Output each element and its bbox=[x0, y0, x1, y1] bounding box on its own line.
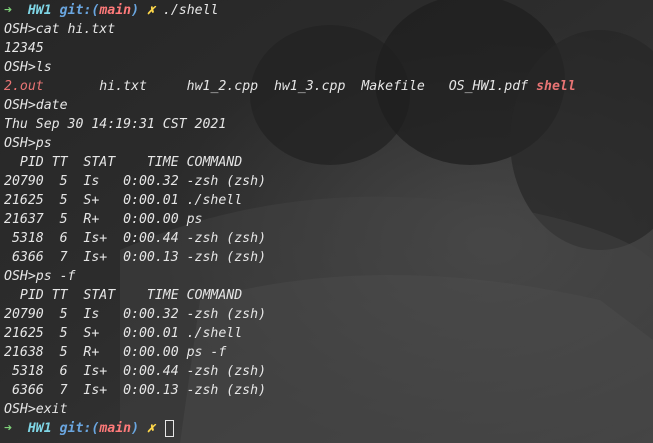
git-dirty-icon: ✗ bbox=[147, 3, 155, 18]
ps-header-line: PID TT STAT TIME COMMAND bbox=[4, 155, 243, 170]
ps-row: 21625 5 S+ 0:00.01 ./shell bbox=[4, 193, 243, 208]
ps-row: 21625 5 S+ 0:00.01 ./shell bbox=[4, 326, 243, 341]
git-prefix: git:( bbox=[59, 3, 100, 18]
ls-file-executable: 2.out bbox=[4, 79, 44, 94]
ls-file: Makefile bbox=[361, 79, 425, 94]
prompt-directory: HW1 bbox=[27, 3, 52, 18]
git-suffix: ) bbox=[131, 421, 140, 436]
ps-row: 21637 5 R+ 0:00.00 ps bbox=[4, 212, 203, 227]
ls-file: hw1_2.cpp bbox=[186, 79, 259, 94]
ls-output-line: 2.out hi.txt hw1_2.cpp hw1_3.cpp Makefil… bbox=[4, 77, 653, 96]
terminal-line: OSH>exit bbox=[4, 402, 68, 417]
prompt-line-active[interactable]: ➜ HW1 git:(main) ✗ bbox=[4, 419, 653, 438]
ls-file: OS_HW1.pdf bbox=[448, 79, 529, 94]
prompt-arrow-icon: ➜ bbox=[4, 3, 12, 18]
ps-row: 20790 5 Is 0:00.32 -zsh (zsh) bbox=[4, 174, 267, 189]
terminal-output: ➜ HW1 git:(main) ✗ ./shell OSH>cat hi.tx… bbox=[0, 0, 653, 443]
ls-file: hw1_3.cpp bbox=[273, 79, 346, 94]
prompt-line: ➜ HW1 git:(main) ✗ ./shell bbox=[4, 1, 653, 20]
ps-row: 20790 5 Is 0:00.32 -zsh (zsh) bbox=[4, 307, 267, 322]
git-branch: main bbox=[99, 3, 132, 18]
terminal-line: Thu Sep 30 14:19:31 CST 2021 bbox=[4, 117, 227, 132]
terminal-line: OSH>cat hi.txt bbox=[4, 22, 116, 37]
ls-file: hi.txt bbox=[99, 79, 147, 94]
git-branch: main bbox=[99, 421, 132, 436]
terminal-line: OSH>date bbox=[4, 98, 68, 113]
terminal-line: OSH>ps -f bbox=[4, 269, 76, 284]
ps-header-line: PID TT STAT TIME COMMAND bbox=[4, 288, 243, 303]
ls-file-executable: shell bbox=[536, 79, 576, 94]
prompt-directory: HW1 bbox=[27, 421, 52, 436]
ps-row: 5318 6 Is+ 0:00.44 -zsh (zsh) bbox=[4, 231, 267, 246]
git-suffix: ) bbox=[131, 3, 140, 18]
ps-row: 6366 7 Is+ 0:00.13 -zsh (zsh) bbox=[4, 383, 267, 398]
ps-row: 6366 7 Is+ 0:00.13 -zsh (zsh) bbox=[4, 250, 267, 265]
git-dirty-icon: ✗ bbox=[147, 421, 155, 436]
ps-row: 21638 5 R+ 0:00.00 ps -f bbox=[4, 345, 227, 360]
prompt-arrow-icon: ➜ bbox=[4, 421, 12, 436]
terminal-line: OSH>ls bbox=[4, 60, 52, 75]
prompt-command: ./shell bbox=[162, 3, 219, 18]
git-prefix: git:( bbox=[59, 421, 100, 436]
ps-row: 5318 6 Is+ 0:00.44 -zsh (zsh) bbox=[4, 364, 267, 379]
terminal-line: OSH>ps bbox=[4, 136, 52, 151]
terminal-line: 12345 bbox=[4, 41, 44, 56]
text-cursor[interactable] bbox=[164, 419, 174, 437]
